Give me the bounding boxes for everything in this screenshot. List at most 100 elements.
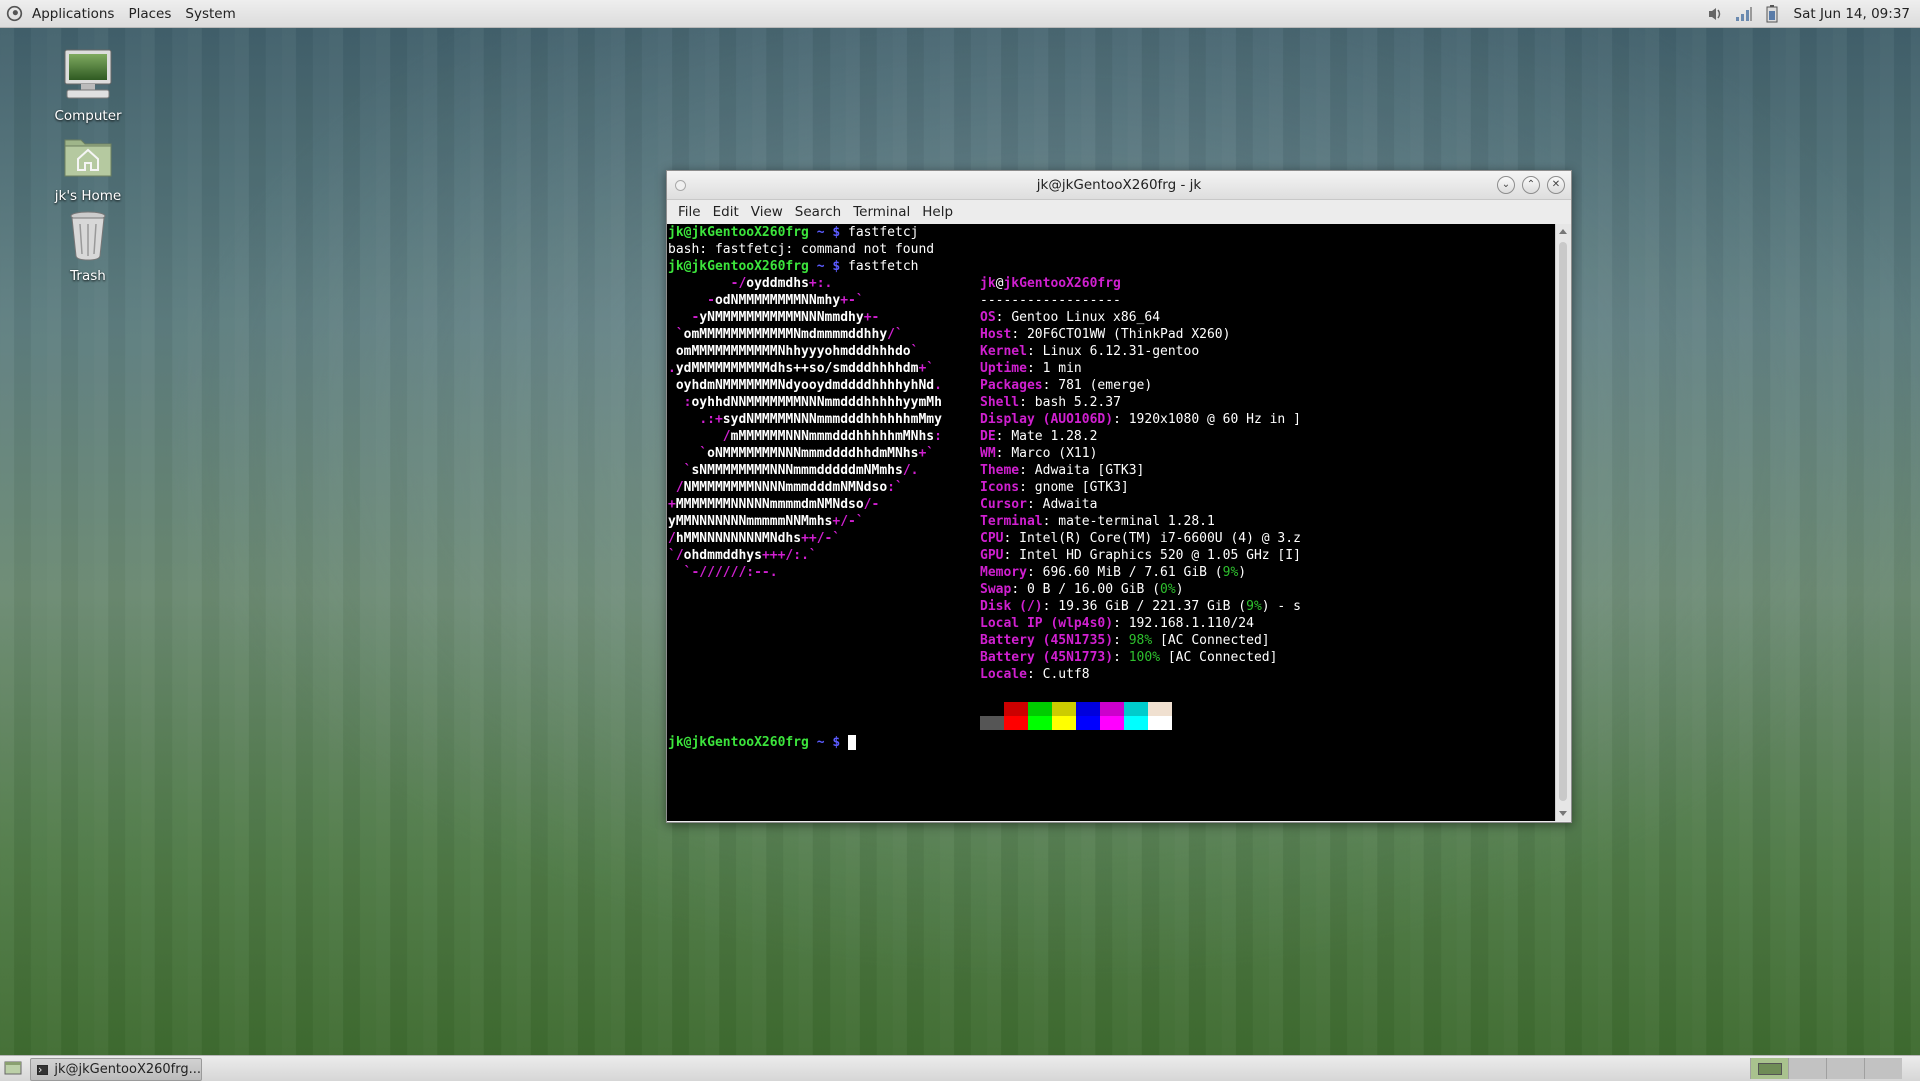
fastfetch-title: jk@jkGentooX260frg: [980, 275, 1121, 292]
menu-terminal[interactable]: Terminal: [847, 204, 916, 220]
info-value: Marco (X11): [1011, 446, 1098, 461]
info-line: CPU: Intel(R) Core(TM) i7-6600U (4) @ 3.…: [980, 531, 1301, 546]
info-key: Icons: [980, 480, 1020, 495]
prompt-line: jk@jkGentooX260frg ~ $: [668, 734, 857, 751]
prompt-user: jk@jkGentooX260frg: [668, 225, 809, 240]
palette-swatch: [1004, 716, 1028, 730]
computer-icon: [64, 49, 112, 99]
info-tail: ) - s: [1261, 599, 1301, 614]
info-value: Intel HD Graphics 520 @ 1.05 GHz [I]: [1019, 548, 1301, 563]
terminal-output[interactable]: jk@jkGentooX260frg ~ $ fastfetcj bash: f…: [667, 224, 1555, 821]
close-button[interactable]: ✕: [1547, 176, 1565, 194]
command-text: fastfetcj: [848, 225, 919, 240]
palette-swatch: [980, 702, 1004, 716]
info-key: Cursor: [980, 497, 1027, 512]
show-desktop-icon[interactable]: [4, 1060, 22, 1076]
info-line: Swap: 0 B / 16.00 GiB (0%): [980, 582, 1184, 597]
desktop-icon-label: jk's Home: [54, 188, 122, 204]
palette-swatch: [1100, 702, 1124, 716]
desktop-icon-home[interactable]: jk's Home: [38, 128, 138, 204]
info-line: Local IP (wlp4s0): 192.168.1.110/24: [980, 616, 1254, 631]
info-value: 1 min: [1042, 361, 1082, 376]
workspace-3[interactable]: [1826, 1058, 1864, 1079]
error-line: bash: fastfetcj: command not found: [668, 242, 935, 257]
scrollbar-thumb[interactable]: [1559, 242, 1567, 801]
prompt-symbol: $: [832, 225, 841, 240]
info-host: jkGentooX260frg: [1003, 276, 1121, 291]
info-line: Shell: bash 5.2.37: [980, 395, 1121, 410]
logo-line: -yNMMMMMMMMMMMNNNmmdhy+-: [691, 310, 880, 325]
top-panel: Applications Places System Sat Jun 14, 0…: [0, 0, 1920, 28]
info-value: 20F6CTO1WW (ThinkPad X260): [1026, 327, 1231, 342]
info-tail: [AC Connected]: [1160, 650, 1278, 665]
logo-line: yMMNNNNNNNmmmmmNNMmhs+/-`: [668, 514, 864, 529]
info-key: GPU: [980, 548, 1004, 563]
prompt-line: jk@jkGentooX260frg ~ $ fastfetcj: [668, 224, 918, 241]
scroll-up-icon[interactable]: [1559, 229, 1567, 234]
workspace-window-thumb: [1757, 1063, 1782, 1075]
desktop-icon-trash[interactable]: Trash: [38, 208, 138, 284]
taskbar-window-button[interactable]: jk@jkGentooX260frg...: [30, 1058, 202, 1081]
info-value: Intel(R) Core(TM) i7-6600U (4) @ 3.z: [1019, 531, 1301, 546]
info-value: 781 (emerge): [1058, 378, 1153, 393]
places-menu[interactable]: Places: [121, 0, 178, 27]
menu-edit[interactable]: Edit: [707, 204, 745, 220]
palette-swatch: [1148, 702, 1172, 716]
info-line: Memory: 696.60 MiB / 7.61 GiB (9%): [980, 565, 1247, 580]
terminal-window[interactable]: jk@jkGentooX260frg - jk ⌄ ⌃ ✕ File Edit …: [666, 170, 1572, 823]
info-key: Local IP (wlp4s0): [980, 616, 1114, 631]
info-percent: 100%: [1128, 650, 1161, 665]
info-tail: ): [1175, 582, 1184, 597]
palette-swatch: [1028, 716, 1052, 730]
window-titlebar[interactable]: jk@jkGentooX260frg - jk ⌄ ⌃ ✕: [667, 171, 1571, 200]
info-key: DE: [980, 429, 996, 444]
info-key: Host: [980, 327, 1012, 342]
info-percent: 9%: [1246, 599, 1262, 614]
network-signal-icon[interactable]: [1733, 4, 1755, 24]
gentoo-logo-icon[interactable]: [6, 5, 23, 22]
info-value: C.utf8: [1042, 667, 1090, 682]
taskbar-window-label: jk@jkGentooX260frg...: [54, 1062, 201, 1077]
info-line: WM: Marco (X11): [980, 446, 1098, 461]
maximize-button[interactable]: ⌃: [1522, 176, 1540, 194]
menu-search[interactable]: Search: [789, 204, 847, 220]
desktop-icon-computer[interactable]: Computer: [38, 48, 138, 124]
info-value: 0 B / 16.00 GiB (: [1026, 582, 1161, 597]
logo-line: /mMMMMMMNNNmmmdddhhhhhmMNhs:: [722, 429, 942, 444]
info-key: Kernel: [980, 344, 1027, 359]
info-value: 192.168.1.110/24: [1128, 616, 1254, 631]
terminal-scrollbar[interactable]: [1555, 224, 1571, 821]
minimize-button[interactable]: ⌄: [1497, 176, 1515, 194]
palette-swatch: [1076, 702, 1100, 716]
info-key: Swap: [980, 582, 1012, 597]
prompt-dir: ~: [816, 225, 825, 240]
workspace-2[interactable]: [1788, 1058, 1826, 1079]
menu-view[interactable]: View: [745, 204, 789, 220]
info-value: gnome [GTK3]: [1034, 480, 1129, 495]
window-title: jk@jkGentooX260frg - jk: [1036, 177, 1202, 193]
info-value: Adwaita [GTK3]: [1034, 463, 1145, 478]
battery-icon[interactable]: [1761, 4, 1783, 24]
info-line: Icons: gnome [GTK3]: [980, 480, 1129, 495]
workspace-4[interactable]: [1864, 1058, 1902, 1079]
menu-file[interactable]: File: [672, 204, 707, 220]
system-menu[interactable]: System: [178, 0, 242, 27]
logo-line: omMMMMMMMMMMMNhhyyyohmdddhhhdo`: [675, 344, 919, 359]
terminal-icon: [37, 1064, 49, 1075]
palette-swatch: [1124, 702, 1148, 716]
info-value: 1920x1080 @ 60 Hz in ]: [1128, 412, 1301, 427]
info-key: Display (AUO106D): [980, 412, 1114, 427]
info-user: jk: [980, 276, 996, 291]
info-key: Locale: [980, 667, 1027, 682]
volume-icon[interactable]: [1705, 4, 1727, 24]
menu-help[interactable]: Help: [916, 204, 959, 220]
palette-swatch: [1052, 716, 1076, 730]
applications-menu[interactable]: Applications: [25, 0, 121, 27]
scroll-down-icon[interactable]: [1559, 811, 1567, 816]
workspace-1[interactable]: [1750, 1058, 1788, 1079]
info-line: Theme: Adwaita [GTK3]: [980, 463, 1145, 478]
info-line: Terminal: mate-terminal 1.28.1: [980, 514, 1215, 529]
clock[interactable]: Sat Jun 14, 09:37: [1786, 6, 1920, 22]
fastfetch-separator: ------------------: [980, 293, 1121, 308]
palette-swatch: [1100, 716, 1124, 730]
